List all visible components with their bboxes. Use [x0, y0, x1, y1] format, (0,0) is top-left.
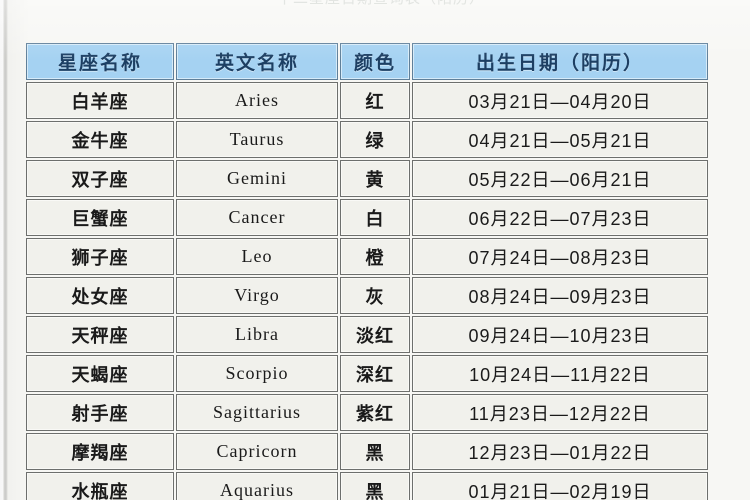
cell-color: 黑: [340, 472, 410, 500]
table-row: 摩羯座 Capricorn 黑 12月23日—01月22日: [26, 433, 708, 470]
table-header: 星座名称 英文名称 颜色 出生日期（阳历）: [26, 43, 708, 80]
cell-english-name: Aquarius: [176, 472, 338, 500]
cell-english-name: Capricorn: [176, 433, 338, 470]
table-row: 狮子座 Leo 橙 07月24日—08月23日: [26, 238, 708, 275]
table-body: 白羊座 Aries 红 03月21日—04月20日 金牛座 Taurus 绿 04月21日—0…: [26, 82, 708, 500]
cell-chinese-name: 天蝎座: [26, 355, 174, 392]
table-row: 双子座 Gemini 黄 05月22日—06月21日: [26, 160, 708, 197]
table-row: 金牛座 Taurus 绿 04月21日—05月21日: [26, 121, 708, 158]
cell-color: 黑: [340, 433, 410, 470]
column-header-english-name: 英文名称: [176, 43, 338, 80]
table-row: 处女座 Virgo 灰 08月24日—09月23日: [26, 277, 708, 314]
cell-english-name: Sagittarius: [176, 394, 338, 431]
cell-chinese-name: 天秤座: [26, 316, 174, 353]
column-header-birth-date: 出生日期（阳历）: [412, 43, 708, 80]
cell-color: 红: [340, 82, 410, 119]
cell-chinese-name: 双子座: [26, 160, 174, 197]
cell-english-name: Virgo: [176, 277, 338, 314]
cell-birth-date: 03月21日—04月20日: [412, 82, 708, 119]
cut-off-title-text: 十二星座日期查询表（阳历）: [277, 0, 485, 7]
cell-birth-date: 10月24日—11月22日: [412, 355, 708, 392]
cell-birth-date: 07月24日—08月23日: [412, 238, 708, 275]
table-row: 天秤座 Libra 淡红 09月24日—10月23日: [26, 316, 708, 353]
cell-chinese-name: 水瓶座: [26, 472, 174, 500]
cell-chinese-name: 狮子座: [26, 238, 174, 275]
cell-english-name: Taurus: [176, 121, 338, 158]
cell-chinese-name: 处女座: [26, 277, 174, 314]
cell-chinese-name: 巨蟹座: [26, 199, 174, 236]
table-row: 白羊座 Aries 红 03月21日—04月20日: [26, 82, 708, 119]
cell-color: 绿: [340, 121, 410, 158]
cell-birth-date: 01月21日—02月19日: [412, 472, 708, 500]
zodiac-table: 星座名称 英文名称 颜色 出生日期（阳历） 白羊座 Aries 红 03月21日—04…: [24, 41, 710, 500]
cell-english-name: Aries: [176, 82, 338, 119]
cell-birth-date: 05月22日—06月21日: [412, 160, 708, 197]
cut-off-title: 十二星座日期查询表（阳历）: [277, 0, 517, 7]
cell-chinese-name: 白羊座: [26, 82, 174, 119]
table-row: 巨蟹座 Cancer 白 06月22日—07月23日: [26, 199, 708, 236]
column-header-color: 颜色: [340, 43, 410, 80]
cell-english-name: Cancer: [176, 199, 338, 236]
cell-english-name: Scorpio: [176, 355, 338, 392]
cell-chinese-name: 摩羯座: [26, 433, 174, 470]
cell-color: 淡红: [340, 316, 410, 353]
cell-birth-date: 08月24日—09月23日: [412, 277, 708, 314]
document-page: 十二星座日期查询表（阳历） 星座名称 英文名称 颜色 出生日期（阳历） 白羊座A…: [0, 0, 750, 500]
cell-color: 紫红: [340, 394, 410, 431]
table-row: 天蝎座 Scorpio 深红 10月24日—11月22日: [26, 355, 708, 392]
cell-birth-date: 12月23日—01月22日: [412, 433, 708, 470]
cell-color: 灰: [340, 277, 410, 314]
cell-english-name: Leo: [176, 238, 338, 275]
cell-chinese-name: 金牛座: [26, 121, 174, 158]
cell-english-name: Gemini: [176, 160, 338, 197]
header-row: 星座名称 英文名称 颜色 出生日期（阳历）: [26, 43, 708, 80]
cell-birth-date: 04月21日—05月21日: [412, 121, 708, 158]
cell-birth-date: 06月22日—07月23日: [412, 199, 708, 236]
cell-birth-date: 09月24日—10月23日: [412, 316, 708, 353]
table-row: 射手座 Sagittarius 紫红 11月23日—12月22日: [26, 394, 708, 431]
table-row: 水瓶座 Aquarius 黑 01月21日—02月19日: [26, 472, 708, 500]
cell-color: 橙: [340, 238, 410, 275]
cell-birth-date: 11月23日—12月22日: [412, 394, 708, 431]
column-header-chinese-name: 星座名称: [26, 43, 174, 80]
cell-color: 白: [340, 199, 410, 236]
cell-english-name: Libra: [176, 316, 338, 353]
cell-color: 深红: [340, 355, 410, 392]
cell-chinese-name: 射手座: [26, 394, 174, 431]
cell-color: 黄: [340, 160, 410, 197]
